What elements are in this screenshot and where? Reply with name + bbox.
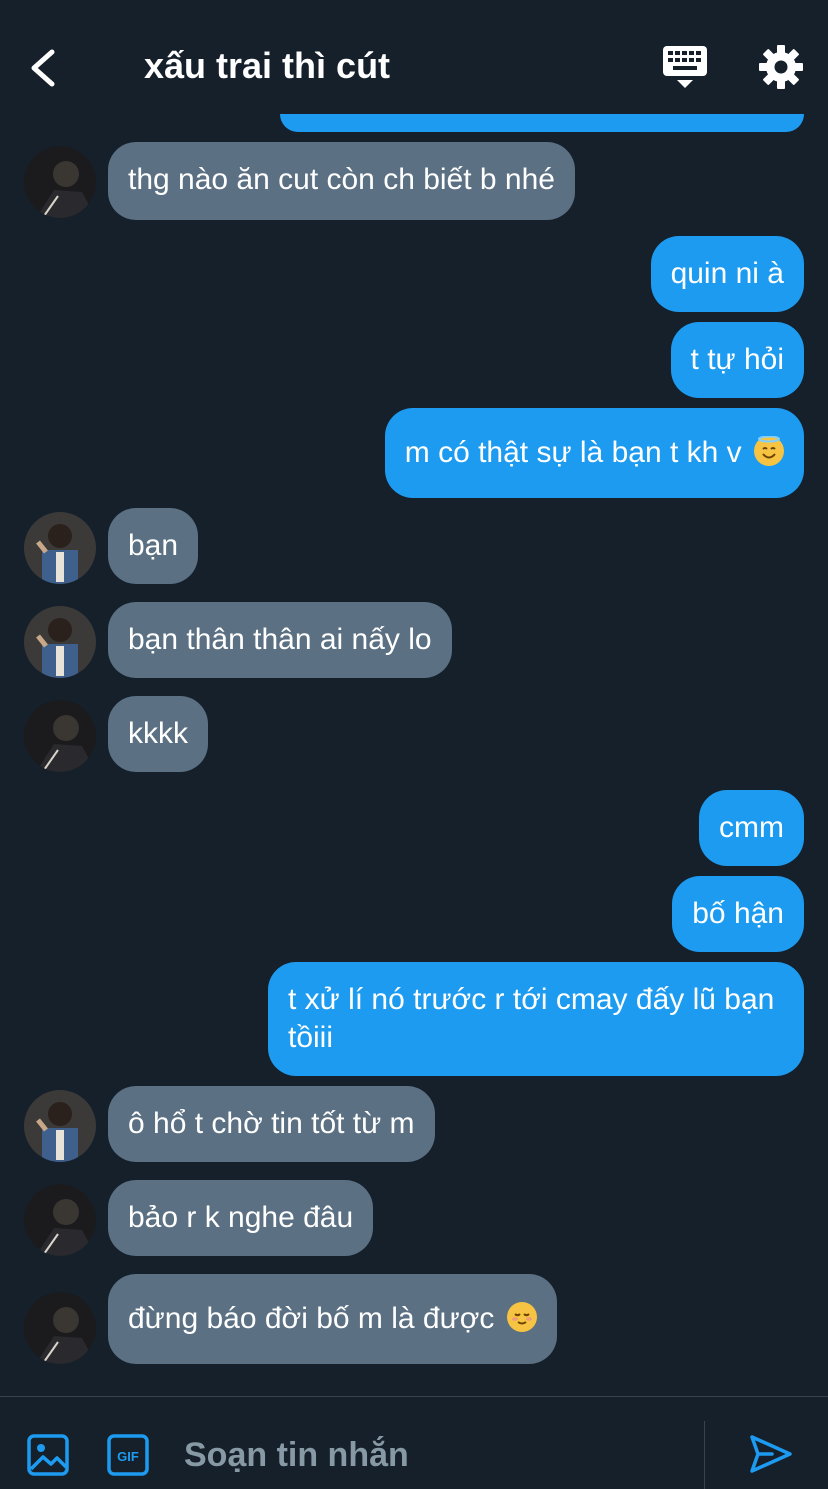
gif-icon[interactable]: GIF <box>106 1433 150 1477</box>
keyboard-icon[interactable] <box>660 42 710 92</box>
message-bubble-incoming[interactable]: bảo r k nghe đâu <box>108 1180 374 1256</box>
message-bubble-incoming[interactable]: ô hổ t chờ tin tốt từ m <box>108 1086 435 1162</box>
composer-divider <box>704 1421 705 1489</box>
previous-message-bubble <box>280 114 804 132</box>
gear-icon[interactable] <box>756 42 806 92</box>
message-bubble-outgoing[interactable]: quin ni à <box>650 236 804 312</box>
image-icon[interactable] <box>26 1433 70 1477</box>
halo-emoji-icon <box>754 435 784 466</box>
message-text: m có thật sự là bạn t kh v <box>404 436 742 469</box>
message-row-outgoing: m có thật sự là bạn t kh v <box>0 408 828 498</box>
avatar[interactable] <box>24 146 96 218</box>
relieved-emoji-icon <box>506 1302 537 1332</box>
message-row-incoming: thg nào ăn cut còn ch biết b nhé <box>0 142 828 220</box>
send-icon[interactable] <box>748 1431 794 1477</box>
message-bubble-incoming[interactable]: kkkk <box>108 696 208 772</box>
message-bubble-outgoing[interactable]: m có thật sự là bạn t kh v <box>384 408 804 498</box>
message-row-incoming: bạn <box>0 508 828 584</box>
conversation-header: xấu trai thì cút <box>0 0 828 120</box>
message-bubble-outgoing[interactable]: t tự hỏi <box>670 322 804 398</box>
avatar[interactable] <box>24 1090 96 1162</box>
message-bubble-outgoing[interactable]: t xử lí nó trước r tới cmay đấy lũ bạn t… <box>268 962 804 1076</box>
chevron-left-icon[interactable] <box>22 44 70 92</box>
avatar[interactable] <box>24 700 96 772</box>
message-row-outgoing: bố hận <box>0 876 828 952</box>
message-row-incoming: bạn thân thân ai nấy lo <box>0 602 828 678</box>
compose-message-input[interactable] <box>184 1433 684 1477</box>
message-text: đừng báo đời bố m là được <box>128 1302 495 1335</box>
message-row-incoming: ô hổ t chờ tin tốt từ m <box>0 1086 828 1162</box>
message-row-incoming: đừng báo đời bố m là được <box>0 1274 828 1364</box>
message-row-incoming: bảo r k nghe đâu <box>0 1180 828 1256</box>
gif-icon-label: GIF <box>117 1449 139 1464</box>
message-bubble-outgoing[interactable]: bố hận <box>672 876 804 952</box>
message-bubble-incoming[interactable]: bạn <box>108 508 199 584</box>
composer-bar: GIF <box>0 1396 828 1489</box>
conversation-title: xấu trai thì cút <box>144 45 391 86</box>
message-row-outgoing: t xử lí nó trước r tới cmay đấy lũ bạn t… <box>0 962 828 1076</box>
message-bubble-incoming[interactable]: bạn thân thân ai nấy lo <box>108 602 452 678</box>
message-bubble-incoming[interactable]: thg nào ăn cut còn ch biết b nhé <box>108 142 575 220</box>
avatar[interactable] <box>24 1292 96 1364</box>
message-row-outgoing: t tự hỏi <box>0 322 828 398</box>
avatar[interactable] <box>24 606 96 678</box>
message-bubble-incoming[interactable]: đừng báo đời bố m là được <box>108 1274 557 1364</box>
message-bubble-outgoing[interactable]: cmm <box>699 790 804 866</box>
message-row-outgoing: quin ni à <box>0 236 828 312</box>
avatar[interactable] <box>24 512 96 584</box>
message-row-outgoing: cmm <box>0 790 828 866</box>
avatar[interactable] <box>24 1184 96 1256</box>
message-row-incoming: kkkk <box>0 696 828 772</box>
